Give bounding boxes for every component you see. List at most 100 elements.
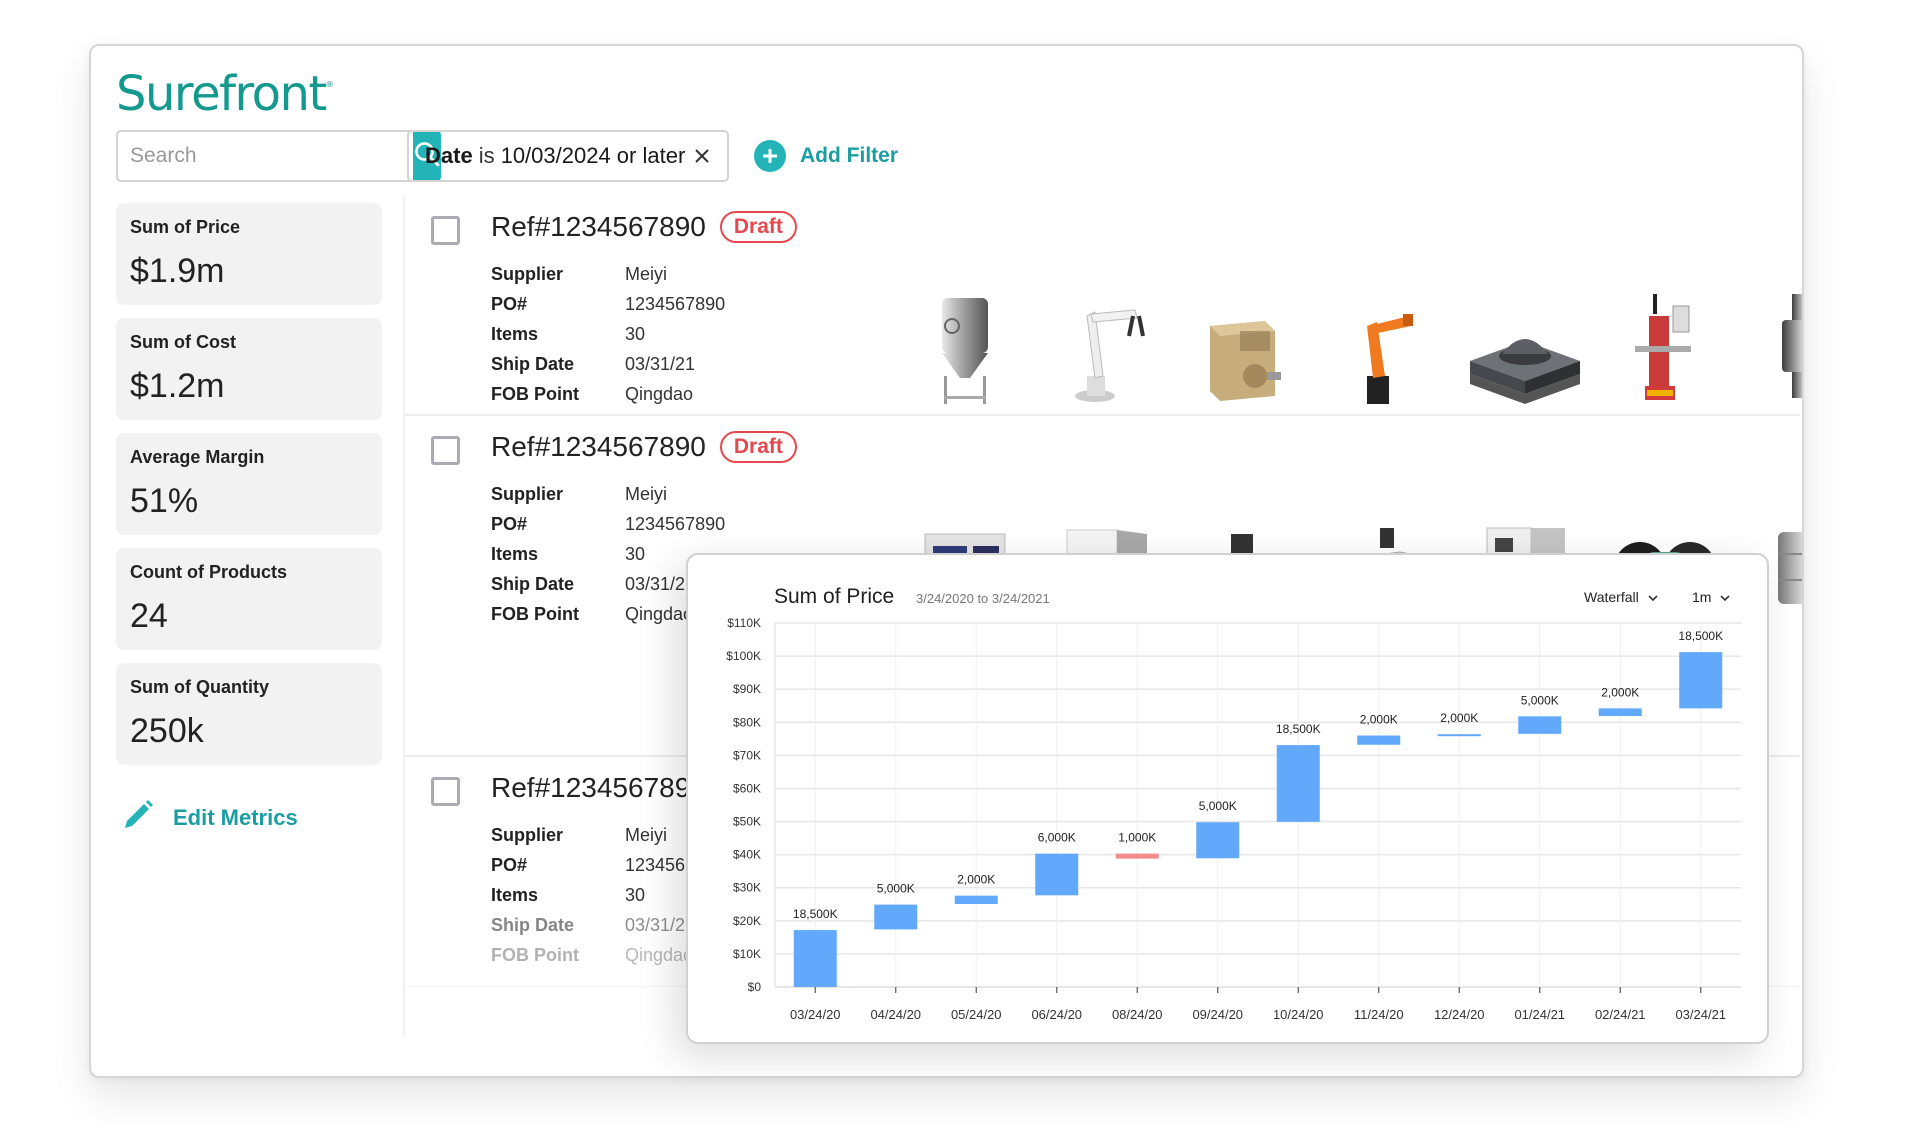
waterfall-bar [1598,708,1642,716]
edit-metrics-label: Edit Metrics [173,804,298,830]
close-icon[interactable] [693,147,711,165]
bar-value-label: 6,000K [1038,831,1076,845]
order-ref[interactable]: Ref#1234567890 [491,772,706,804]
metric-label: Sum of Quantity [130,677,269,697]
field-fob-point: FOB Point Qingdao [491,379,725,409]
field-value: Qingdao [625,944,694,965]
logo-trademark: ® [325,80,334,89]
field-label: Supplier [491,483,564,504]
order-ref-number: Ref#1234567890 [491,772,706,803]
field-po: PO# 1234567890 [491,289,725,319]
field-value: 30 [625,884,646,905]
metric-label: Sum of Cost [130,332,236,352]
waterfall-bar [1196,822,1240,859]
metric-value: $1.2m [130,367,225,405]
metric-value: $1.9m [130,252,225,290]
x-tick-label: 05/24/20 [951,1007,1002,1022]
row-checkbox[interactable] [431,777,460,806]
x-tick-label: 03/24/21 [1675,1007,1726,1022]
row-checkbox[interactable] [431,436,460,465]
order-row[interactable]: Ref#1234567890 Draft Supplier Meiyi PO# 12… [405,196,1802,416]
field-label: FOB Point [491,603,579,624]
product-steel-flange-plate[interactable] [1455,276,1595,406]
field-value: 03/31/21 [625,573,696,594]
plus-circle-icon [754,140,786,172]
field-value: 03/31/21 [625,353,696,374]
edit-metrics-button[interactable]: Edit Metrics [121,798,298,837]
x-tick-label: 12/24/20 [1434,1007,1485,1022]
add-filter-button[interactable]: Add Filter [754,140,898,172]
bar-value-label: 18,500K [1276,722,1321,736]
field-label: Items [491,323,539,344]
filter-value: 10/03/2024 or later [500,143,686,168]
metric-value: 250k [130,712,204,750]
field-value: Qingdao [625,603,694,624]
field-label: Items [491,884,539,905]
waterfall-bar [954,895,998,904]
product-steel-rotor[interactable] [1735,276,1802,406]
bar-value-label: 2,000K [1360,713,1398,727]
product-milling-machine[interactable] [1595,276,1735,406]
order-ref-number: Ref#1234567890 [491,211,706,242]
x-tick-label: 02/24/21 [1595,1007,1646,1022]
x-tick-label: 11/24/20 [1354,1007,1404,1022]
metric-value: 51% [130,482,199,520]
field-value: Qingdao [625,383,694,404]
field-label: FOB Point [491,383,579,404]
filter-field: Date [425,143,473,168]
surefront-logo[interactable]: Surefront® [116,66,334,122]
pencil-icon [121,798,155,837]
add-filter-label: Add Filter [800,144,898,167]
field-label: Supplier [491,824,564,845]
metrics-panel: Sum of Price $1.9m Sum of Cost $1.2m Ave… [116,203,382,778]
bar-value-label: 2,000K [957,873,995,887]
y-tick-label: $70K [733,748,761,762]
y-tick-label: $100K [726,649,761,663]
order-ref[interactable]: Ref#1234567890 Draft [491,431,797,463]
y-tick-label: $110K [727,616,761,630]
product-fermentation-tank[interactable] [895,276,1035,406]
field-label: PO# [491,854,528,875]
product-robotic-arm-white[interactable] [1035,276,1175,406]
waterfall-bar [793,930,837,987]
field-value: 1234567890 [625,513,726,534]
waterfall-chart: $0 $10K $20K $30K $40K $50K $60K $70K $80K $90K $1… [726,616,1741,1022]
waterfall-bar [1437,734,1481,737]
x-tick-label: 09/24/20 [1192,1007,1243,1022]
order-fields: Supplier Meiyi PO# 1234567890 Items 30 Ship… [491,259,725,409]
x-tick-label: 08/24/20 [1112,1007,1163,1022]
y-tick-label: $10K [733,947,761,961]
product-industrial-motor[interactable] [1175,276,1315,406]
x-tick-label: 01/24/21 [1514,1007,1565,1022]
bar-value-label: 2,000K [1440,711,1478,725]
product-robotic-arm-orange[interactable] [1315,276,1455,406]
field-label: Items [491,543,539,564]
status-badge: Draft [719,431,797,463]
metric-sum-of-price: Sum of Price $1.9m [116,203,382,305]
order-ref[interactable]: Ref#1234567890 Draft [491,211,797,243]
bar-value-label: 5,000K [877,882,915,896]
field-label: Supplier [491,263,564,284]
y-tick-label: $60K [733,781,761,795]
bar-layer [793,652,1723,987]
row-checkbox[interactable] [431,216,460,245]
waterfall-bar [1679,652,1723,709]
metric-label: Average Margin [130,447,265,467]
field-value: 30 [625,323,646,344]
field-supplier: Supplier Meiyi [491,479,725,509]
waterfall-bar [1276,745,1320,822]
grid-layer [774,622,1741,993]
field-ship-date: Ship Date 03/31/21 [491,349,725,379]
search-input[interactable] [116,130,413,182]
status-badge: Draft [719,211,797,243]
field-label: PO# [491,293,528,314]
field-label: PO# [491,513,528,534]
field-supplier: Supplier Meiyi [491,259,725,289]
y-tick-label: $80K [733,715,761,729]
filter-operator: is [478,143,495,168]
field-label: Ship Date [491,573,575,594]
label-layer: $0 $10K $20K $30K $40K $50K $60K $70K $80K $90K $1… [726,616,1726,1022]
bar-value-label: 2,000K [1601,685,1639,699]
date-filter-chip[interactable]: Date is 10/03/2024 or later [407,130,729,182]
y-tick-label: $90K [733,682,761,696]
